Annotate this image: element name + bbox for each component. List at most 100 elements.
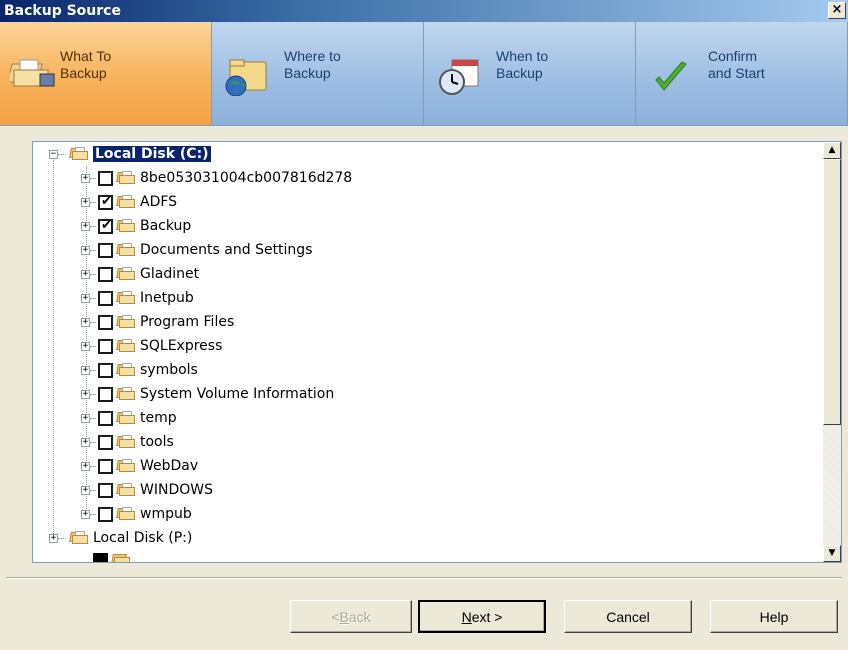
expand-icon[interactable]: +: [81, 245, 90, 255]
folder-icon: [111, 553, 131, 562]
folder-checkbox[interactable]: [98, 242, 113, 258]
close-button[interactable]: ×: [828, 2, 846, 19]
folder-checkbox[interactable]: ✔: [98, 193, 113, 210]
backup-folders-icon: [10, 59, 55, 87]
folder-icon: [116, 171, 136, 185]
help-button[interactable]: Help: [710, 600, 838, 633]
tree-row-label: WebDav: [140, 458, 199, 474]
folder-icon: [69, 147, 89, 161]
folder-checkbox[interactable]: [98, 482, 113, 498]
expand-icon[interactable]: +: [81, 485, 90, 495]
expand-icon[interactable]: +: [81, 221, 90, 231]
step-label: Where to Backup: [284, 48, 341, 81]
tree-row-label: Program Files: [140, 314, 235, 330]
tree-row[interactable]: + Gladinet: [81, 263, 199, 285]
expand-icon[interactable]: +: [81, 413, 90, 423]
wizard-steps: What To Backup Where to Backup When to B…: [0, 22, 848, 126]
tree-row[interactable]: + Program Files: [81, 311, 234, 333]
tree-row-label: SQLExpress: [140, 338, 223, 354]
tree-row-label: WINDOWS: [140, 482, 213, 498]
step-what-to-backup[interactable]: What To Backup: [0, 22, 212, 125]
folder-checkbox[interactable]: [98, 362, 113, 378]
tree-row[interactable]: + tools: [81, 431, 174, 453]
folder-checkbox[interactable]: [98, 314, 113, 330]
separator: [6, 577, 842, 579]
tree-row-label: Documents and Settings: [140, 242, 313, 258]
tree-row-label: Gladinet: [140, 266, 200, 282]
step-when-to-backup[interactable]: When to Backup: [424, 22, 636, 125]
tree-row[interactable]: +8be053031004cb007816d278: [81, 167, 352, 189]
step-label: Confirm and Start: [708, 48, 765, 81]
expand-icon[interactable]: +: [81, 437, 90, 447]
tree-content: − Local Disk (C:) +8be053031004cb007816d…: [33, 142, 823, 562]
expand-icon[interactable]: +: [81, 317, 90, 327]
tree-row[interactable]: + Documents and Settings: [81, 239, 312, 261]
cancel-button[interactable]: Cancel: [564, 600, 692, 633]
tree-row[interactable]: + Inetpub: [81, 287, 194, 309]
tree-row[interactable]: + ✔ ADFS: [81, 191, 177, 213]
tree-row[interactable]: + symbols: [81, 359, 198, 381]
folder-icon: [116, 267, 136, 281]
tree-row[interactable]: + WINDOWS: [81, 479, 213, 501]
folder-checkbox[interactable]: [98, 290, 113, 306]
folder-icon: [116, 195, 136, 209]
scrollbar-thumb[interactable]: [823, 159, 841, 425]
tree-row[interactable]: + SQLExpress: [81, 335, 222, 357]
folder-checkbox[interactable]: [98, 410, 113, 426]
expand-icon[interactable]: +: [81, 365, 90, 375]
title-bar: Backup Source ×: [0, 0, 848, 22]
expand-icon[interactable]: +: [49, 533, 58, 543]
tree-row-label: wmpub: [140, 506, 192, 522]
expand-icon[interactable]: +: [81, 509, 90, 519]
expand-icon[interactable]: +: [81, 293, 90, 303]
expand-icon[interactable]: +: [81, 461, 90, 471]
expand-icon[interactable]: +: [81, 341, 90, 351]
folder-checkbox[interactable]: [98, 266, 113, 282]
expand-icon[interactable]: +: [81, 389, 90, 399]
scroll-up-icon[interactable]: ▲: [823, 142, 841, 159]
tree-root-p[interactable]: + Local Disk (P:): [49, 527, 192, 549]
tree-row-label: ADFS: [140, 194, 178, 210]
tree-row-label: Backup: [140, 218, 192, 234]
expand-icon[interactable]: +: [81, 269, 90, 279]
folder-checkbox[interactable]: [98, 338, 113, 354]
collapse-icon[interactable]: −: [49, 149, 58, 159]
expand-icon[interactable]: +: [81, 173, 90, 183]
globe-folder-icon: [225, 59, 267, 96]
folder-checkbox[interactable]: [98, 458, 113, 474]
folder-icon: [116, 363, 136, 377]
folder-checkbox[interactable]: ✔: [98, 217, 113, 234]
tree-root-p-label[interactable]: Local Disk (P:): [93, 530, 192, 546]
tree-row[interactable]: + temp: [81, 407, 177, 429]
vertical-scrollbar[interactable]: ▲ ▼: [823, 142, 841, 562]
tree-row[interactable]: + WebDav: [81, 455, 198, 477]
tree-partial-row: [91, 549, 131, 562]
step-where-to-backup[interactable]: Where to Backup: [212, 22, 424, 125]
folder-icon: [116, 411, 136, 425]
folder-tree: − Local Disk (C:) +8be053031004cb007816d…: [32, 141, 842, 563]
tree-row[interactable]: + wmpub: [81, 503, 192, 525]
back-button[interactable]: < Back: [290, 600, 412, 633]
folder-icon: [116, 339, 136, 353]
folder-icon: [69, 531, 89, 545]
step-confirm-and-start[interactable]: Confirm and Start: [636, 22, 848, 125]
folder-checkbox[interactable]: [98, 434, 113, 450]
folder-icon: [116, 387, 136, 401]
check-icon: ✔: [101, 217, 112, 233]
folder-checkbox[interactable]: [98, 506, 113, 522]
next-button[interactable]: Next >: [418, 600, 546, 633]
tree-row[interactable]: + ✔ Backup: [81, 215, 191, 237]
folder-icon: [116, 435, 136, 449]
folder-icon: [116, 315, 136, 329]
tree-root-c[interactable]: − Local Disk (C:): [49, 143, 211, 165]
tree-root-label[interactable]: Local Disk (C:): [93, 146, 211, 162]
folder-checkbox[interactable]: [98, 170, 113, 186]
folder-icon: [116, 459, 136, 473]
tree-row-label: System Volume Information: [140, 386, 335, 402]
folder-icon: [116, 507, 136, 521]
tree-row[interactable]: + System Volume Information: [81, 383, 334, 405]
scroll-down-icon[interactable]: ▼: [823, 545, 841, 562]
check-icon: ✔: [101, 193, 112, 209]
folder-checkbox[interactable]: [98, 386, 113, 402]
expand-icon[interactable]: +: [81, 197, 90, 207]
